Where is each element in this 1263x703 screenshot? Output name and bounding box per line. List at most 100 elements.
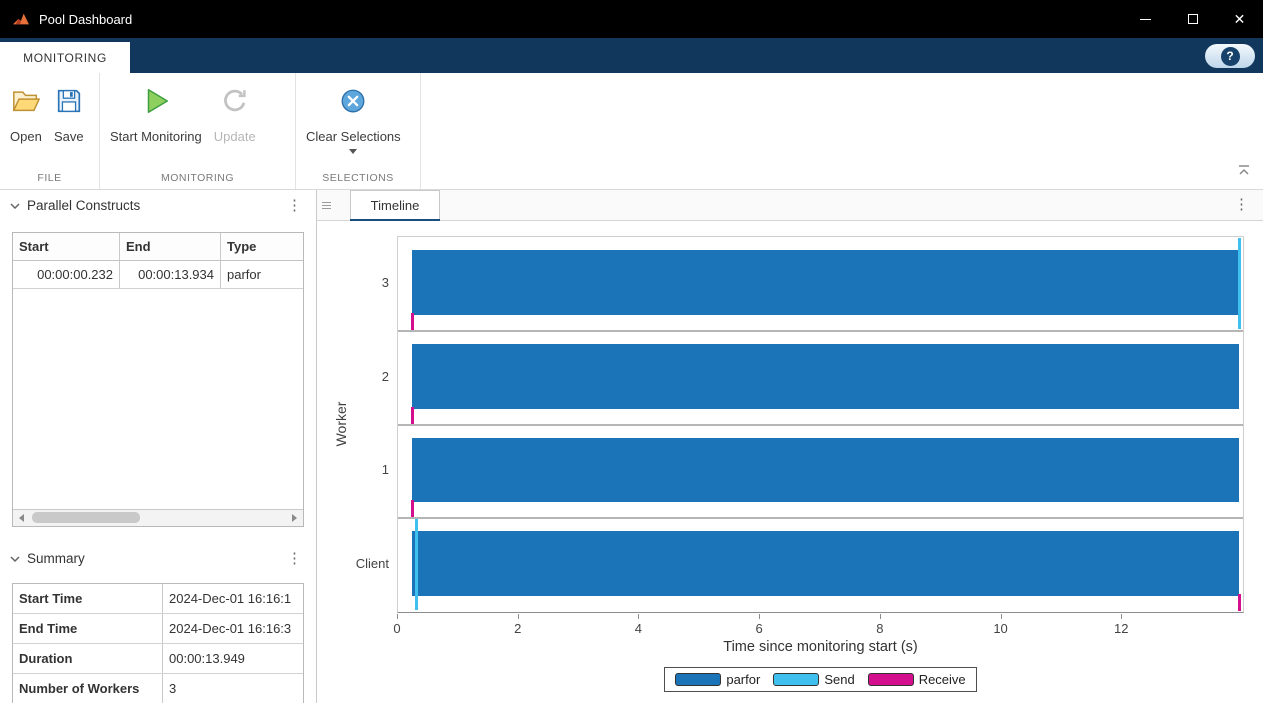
summary-menu-button[interactable]: ⋮ [283, 551, 306, 566]
clear-selections-button[interactable]: Clear Selections [300, 86, 407, 154]
x-axis-title: Time since monitoring start (s) [397, 639, 1244, 655]
x-tick-mark [1001, 614, 1002, 619]
timeline-mark-send[interactable] [1238, 238, 1241, 329]
maximize-icon [1188, 14, 1198, 24]
constructs-col-header: Start [13, 233, 120, 260]
timeline-mark-receive[interactable] [411, 500, 414, 517]
summary-label: Duration [13, 644, 163, 673]
legend-swatch-send [773, 673, 819, 686]
window-title: Pool Dashboard [39, 12, 132, 27]
ribbon-tabstrip: MONITORING ? [0, 38, 1263, 73]
legend-label: Receive [919, 672, 966, 687]
legend-label: parfor [726, 672, 760, 687]
timeline-menu-button[interactable]: ⋮ [1230, 197, 1253, 212]
constructs-section-title: Parallel Constructs [27, 198, 140, 213]
timeline-mark-receive[interactable] [411, 407, 414, 424]
triangle-left-icon [19, 514, 24, 522]
start-monitoring-button[interactable]: Start Monitoring [104, 86, 208, 144]
chevron-down-icon[interactable] [349, 149, 357, 154]
scroll-left-button[interactable] [13, 510, 30, 526]
ribbon: Open Save FILE Start Monitoring [0, 73, 1263, 190]
constructs-menu-button[interactable]: ⋮ [283, 198, 306, 213]
save-button-label: Save [54, 129, 84, 144]
plot-area[interactable] [397, 236, 1244, 613]
update-button-label: Update [214, 129, 256, 144]
x-tick-label: 12 [1114, 621, 1128, 636]
summary-value: 2024-Dec-01 16:16:1 [163, 584, 303, 613]
start-monitoring-icon [141, 86, 171, 121]
x-tick-label: 8 [876, 621, 883, 636]
constructs-col-header: Type [221, 233, 303, 260]
save-icon [54, 86, 84, 121]
y-axis-tick-labels: 321Client [317, 236, 389, 613]
summary-value: 3 [163, 674, 303, 703]
ribbon-group-monitoring-label: MONITORING [100, 172, 295, 184]
table-cell: 00:00:13.934 [120, 261, 221, 288]
ribbon-group-selections: Clear Selections SELECTIONS [296, 73, 421, 189]
table-cell: 00:00:00.232 [13, 261, 120, 288]
summary-row: Number of Workers3 [13, 674, 303, 703]
left-panel: Parallel Constructs ⋮ StartEndType 00:00… [0, 190, 317, 703]
x-tick-label: 10 [993, 621, 1007, 636]
table-cell: parfor [221, 261, 303, 288]
minimize-button[interactable] [1122, 0, 1169, 38]
legend-item: parfor [675, 672, 760, 687]
help-icon: ? [1221, 47, 1240, 66]
start-monitoring-label: Start Monitoring [110, 129, 202, 144]
legend-swatch-receive [868, 673, 914, 686]
document-tab-row: Timeline ⋮ [317, 190, 1263, 221]
timeline-bar-parfor[interactable] [412, 344, 1239, 409]
ribbon-group-file: Open Save FILE [0, 73, 100, 189]
splitter-handle[interactable] [322, 190, 336, 220]
scrollbar-thumb[interactable] [32, 512, 140, 523]
ribbon-group-file-label: FILE [0, 172, 99, 184]
update-button[interactable]: Update [208, 86, 262, 144]
summary-row: End Time2024-Dec-01 16:16:3 [13, 614, 303, 644]
minimize-icon [1140, 19, 1151, 20]
x-tick-label: 2 [514, 621, 521, 636]
timeline-bar-parfor[interactable] [412, 438, 1239, 503]
open-button[interactable]: Open [4, 86, 48, 144]
horizontal-scrollbar[interactable] [13, 509, 303, 526]
scroll-right-button[interactable] [286, 510, 303, 526]
collapse-ribbon-button[interactable] [1237, 163, 1251, 181]
chevron-down-icon[interactable] [10, 196, 20, 214]
x-tick-mark [397, 614, 398, 619]
help-button[interactable]: ? [1205, 44, 1255, 68]
summary-value: 2024-Dec-01 16:16:3 [163, 614, 303, 643]
close-icon: ✕ [1234, 12, 1246, 26]
chevron-down-icon[interactable] [10, 549, 20, 567]
x-tick-label: 6 [756, 621, 763, 636]
scrollbar-track[interactable] [30, 510, 286, 526]
row-separator [398, 517, 1243, 519]
close-button[interactable]: ✕ [1216, 0, 1263, 38]
timeline-mark-send[interactable] [415, 519, 418, 610]
timeline-bar-parfor[interactable] [412, 531, 1239, 596]
x-tick-label: 0 [393, 621, 400, 636]
summary-label: Number of Workers [13, 674, 163, 703]
x-axis-tick-labels: 024681012 [397, 613, 1244, 639]
save-button[interactable]: Save [48, 86, 90, 144]
y-tick-label: Client [317, 555, 389, 573]
table-row[interactable]: 00:00:00.23200:00:13.934parfor [13, 261, 303, 289]
timeline-mark-receive[interactable] [411, 313, 414, 330]
legend-swatch-parfor [675, 673, 721, 686]
timeline-mark-receive[interactable] [1238, 594, 1241, 611]
ribbon-group-monitoring: Start Monitoring Update MONITORING [100, 73, 296, 189]
summary-section-header: Summary ⋮ [0, 543, 316, 573]
tab-timeline[interactable]: Timeline [350, 190, 440, 220]
ribbon-group-selections-label: SELECTIONS [296, 172, 420, 184]
maximize-button[interactable] [1169, 0, 1216, 38]
tab-monitoring[interactable]: MONITORING [0, 42, 130, 73]
main-panel: Timeline ⋮ Worker 321Client 024681012 Ti… [317, 190, 1263, 703]
y-tick-label: 3 [317, 274, 389, 292]
window-controls: ✕ [1122, 0, 1263, 38]
clear-selections-label: Clear Selections [306, 129, 401, 144]
matlab-logo-icon [12, 11, 30, 27]
x-tick-mark [1121, 614, 1122, 619]
timeline-bar-parfor[interactable] [412, 250, 1239, 315]
y-tick-label: 2 [317, 368, 389, 386]
constructs-table-body[interactable]: 00:00:00.23200:00:13.934parfor [13, 261, 303, 509]
open-button-label: Open [10, 129, 42, 144]
constructs-col-header: End [120, 233, 221, 260]
